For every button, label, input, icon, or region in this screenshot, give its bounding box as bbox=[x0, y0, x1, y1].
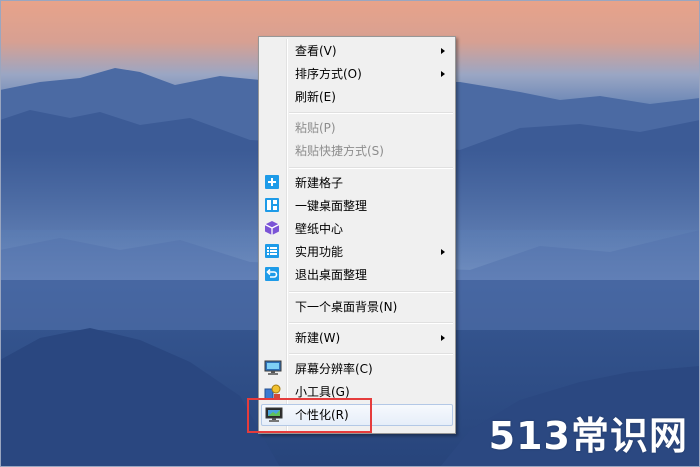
menu-item-label: 新建(W) bbox=[295, 331, 341, 345]
menu-separator bbox=[289, 167, 453, 169]
menu-item-label: 粘贴(P) bbox=[295, 121, 336, 135]
menu-separator bbox=[289, 291, 453, 293]
monitor-icon bbox=[264, 360, 282, 378]
menu-item-label: 退出桌面整理 bbox=[295, 268, 368, 282]
menu-item-sort-by[interactable]: 排序方式(O) bbox=[261, 63, 453, 85]
submenu-arrow-icon bbox=[441, 71, 445, 77]
menu-item-label: 实用功能 bbox=[295, 245, 344, 259]
list-icon bbox=[264, 243, 282, 261]
menu-item-exit-organize[interactable]: 退出桌面整理 bbox=[261, 264, 453, 286]
menu-item-paste-shortcut: 粘贴快捷方式(S) bbox=[261, 140, 453, 162]
menu-item-label: 粘贴快捷方式(S) bbox=[295, 144, 384, 158]
menu-item-screen-resolution[interactable]: 屏幕分辨率(C) bbox=[261, 358, 453, 380]
submenu-arrow-icon bbox=[441, 249, 445, 255]
desktop-context-menu: 查看(V) 排序方式(O) 刷新(E) 粘贴(P) 粘贴快捷方式(S) 新建格子… bbox=[258, 36, 456, 434]
menu-separator bbox=[289, 112, 453, 114]
menu-item-label: 一键桌面整理 bbox=[295, 199, 368, 213]
cube-icon bbox=[264, 220, 282, 238]
menu-item-label: 查看(V) bbox=[295, 44, 337, 58]
submenu-arrow-icon bbox=[441, 48, 445, 54]
menu-item-next-background[interactable]: 下一个桌面背景(N) bbox=[261, 296, 453, 318]
layout-grid-icon bbox=[264, 197, 282, 215]
menu-separator bbox=[289, 353, 453, 355]
menu-item-label: 新建格子 bbox=[295, 176, 344, 190]
menu-separator bbox=[289, 322, 453, 324]
menu-item-one-click-organize[interactable]: 一键桌面整理 bbox=[261, 195, 453, 217]
menu-item-label: 壁纸中心 bbox=[295, 222, 344, 236]
menu-item-new-grid[interactable]: 新建格子 bbox=[261, 172, 453, 194]
menu-item-label: 屏幕分辨率(C) bbox=[295, 362, 373, 376]
highlight-annotation-box bbox=[247, 398, 372, 433]
watermark-text: 513常识网 bbox=[488, 414, 688, 458]
menu-item-refresh[interactable]: 刷新(E) bbox=[261, 86, 453, 108]
undo-arrow-icon bbox=[264, 266, 282, 284]
menu-item-new[interactable]: 新建(W) bbox=[261, 327, 453, 349]
menu-item-label: 下一个桌面背景(N) bbox=[295, 300, 398, 314]
menu-item-label: 排序方式(O) bbox=[295, 67, 362, 81]
menu-item-utilities[interactable]: 实用功能 bbox=[261, 241, 453, 263]
menu-item-paste: 粘贴(P) bbox=[261, 117, 453, 139]
menu-item-view[interactable]: 查看(V) bbox=[261, 40, 453, 62]
plus-square-icon bbox=[264, 174, 282, 192]
menu-item-wallpaper-center[interactable]: 壁纸中心 bbox=[261, 218, 453, 240]
menu-item-label: 刷新(E) bbox=[295, 90, 336, 104]
submenu-arrow-icon bbox=[441, 335, 445, 341]
